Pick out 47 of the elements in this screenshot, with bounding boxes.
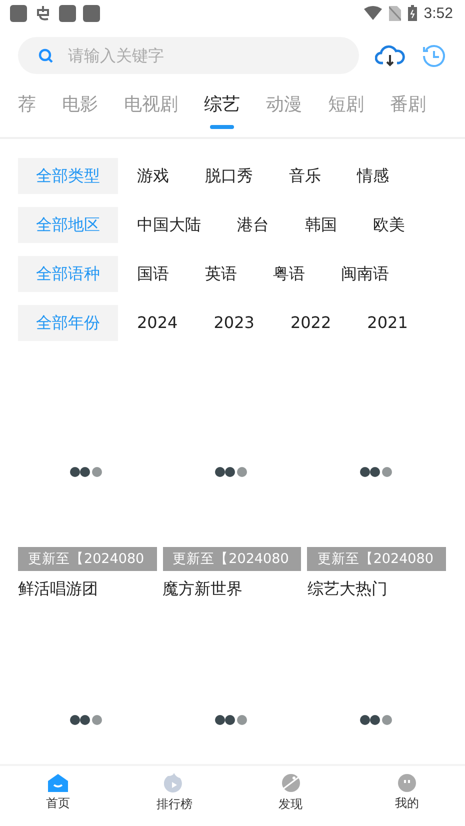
filter-option[interactable]: 国语: [119, 256, 187, 292]
cloud-download-icon[interactable]: [375, 44, 405, 68]
notification-icon: [10, 4, 27, 22]
filter-option[interactable]: 闽南语: [323, 256, 407, 292]
filter-option[interactable]: 中国大陆: [119, 207, 219, 243]
filter-option[interactable]: 港台: [219, 207, 287, 243]
filter-option[interactable]: 游戏: [119, 158, 187, 194]
wifi-icon: [364, 6, 382, 20]
show-title[interactable]: 鲜活唱游团: [18, 571, 157, 604]
filter-option[interactable]: 2024: [119, 305, 196, 341]
update-label: 更新至【2024080: [18, 547, 157, 571]
filter-option[interactable]: 音乐: [271, 158, 339, 194]
battery-icon: [408, 5, 417, 21]
loading-icon: [214, 714, 250, 726]
nav-item[interactable]: 排行榜: [116, 766, 232, 826]
filter-option[interactable]: 粤语: [255, 256, 323, 292]
update-label: 更新至【2024080: [307, 547, 446, 571]
no-sim-icon: [388, 6, 401, 20]
clock-time: 3:52: [424, 4, 453, 22]
face-icon: [398, 774, 416, 792]
category-tab[interactable]: 综艺: [204, 91, 240, 129]
nav-item[interactable]: 发现: [232, 766, 349, 826]
search-icon: [38, 48, 54, 64]
filter-option[interactable]: 2023: [196, 305, 272, 341]
notification-icon: [34, 4, 52, 22]
loading-icon: [358, 466, 395, 478]
nav-item[interactable]: 首页: [0, 766, 116, 826]
loading-icon: [358, 714, 395, 726]
filter-option[interactable]: 欧美: [355, 207, 423, 243]
filter-option[interactable]: 2022: [272, 305, 350, 341]
show-title[interactable]: 魔方新世界: [162, 571, 302, 604]
home-icon: [48, 774, 68, 792]
filter-option[interactable]: 情感: [339, 158, 407, 194]
search-field[interactable]: 请输入关键字: [18, 37, 359, 74]
filter-option[interactable]: 韩国: [287, 207, 355, 243]
nav-item[interactable]: 我的: [348, 766, 465, 826]
history-icon[interactable]: [421, 42, 447, 68]
filter-option[interactable]: 脱口秀: [187, 158, 271, 194]
show-title[interactable]: 综艺大热门: [307, 571, 446, 604]
planet-icon: [280, 773, 301, 793]
notification-icon: [83, 4, 100, 22]
loading-icon: [214, 466, 250, 478]
update-label: 更新至【2024080: [162, 547, 302, 571]
filter-option[interactable]: 2021: [349, 305, 426, 341]
filter-option[interactable]: 英语: [187, 256, 255, 292]
notification-icon: [59, 4, 76, 22]
flame-play-icon: [164, 773, 184, 793]
